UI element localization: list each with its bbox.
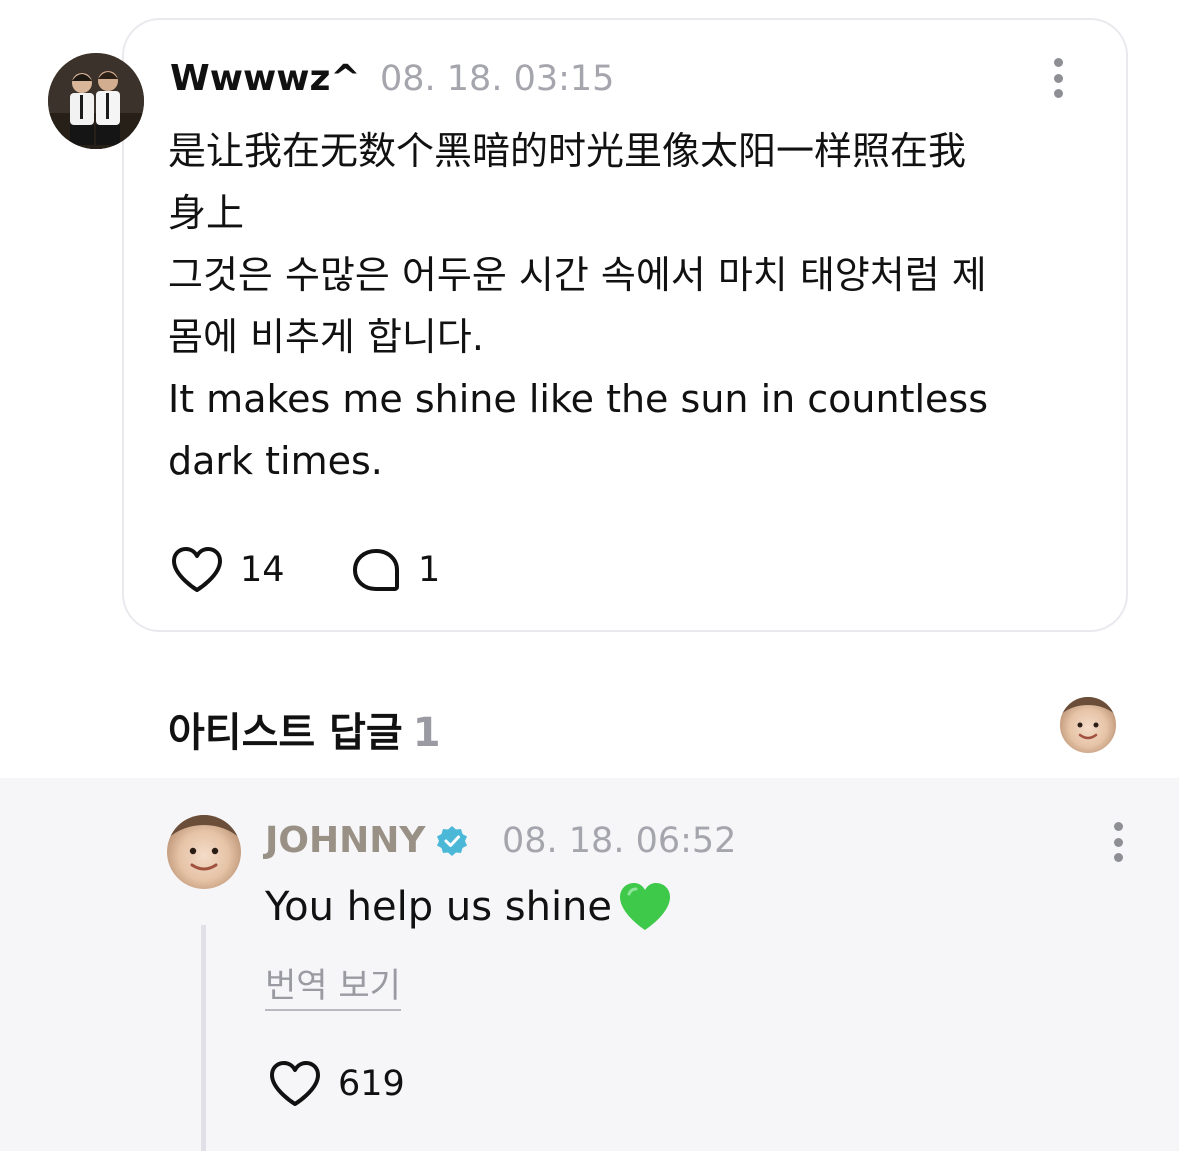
reply-like-button[interactable]: 619 <box>268 1060 405 1108</box>
artist-replies-count: 1 <box>412 710 441 756</box>
translate-link[interactable]: 번역 보기 <box>265 958 401 1011</box>
reply-text: You help us shine <box>265 880 674 934</box>
heart-outline-icon <box>172 547 222 592</box>
green-heart-icon <box>620 883 671 930</box>
comment-thread-page: Wwwwz^ 08. 18. 03:15 是让我在无数个黑暗的时光里像太阳一样照… <box>0 0 1179 1151</box>
artist-avatar[interactable] <box>167 815 241 889</box>
artist-name[interactable]: JOHNNY <box>265 820 469 861</box>
speech-bubble-icon <box>353 549 399 591</box>
user-avatar[interactable] <box>48 53 144 149</box>
artist-avatar-small[interactable] <box>1058 695 1118 755</box>
artist-replies-title: 아티스트 답글 <box>168 710 403 756</box>
comment-like-button[interactable]: 14 <box>170 546 285 594</box>
comment-line: 그것은 수많은 어두운 시간 속에서 마치 태양처럼 제 <box>168 253 987 297</box>
comment-timestamp: 08. 18. 03:15 <box>380 59 615 99</box>
comment-text: 是让我在无数个黑暗的时光里像太阳一样照在我 身上 그것은 수많은 어두운 시간 … <box>168 120 1088 492</box>
reply-more-options-icon[interactable] <box>1112 822 1124 862</box>
comment-line: dark times. <box>168 439 383 483</box>
reply-timestamp: 08. 18. 06:52 <box>502 821 737 861</box>
reply-like-count: 619 <box>338 1064 405 1104</box>
comment-reply-button[interactable]: 1 <box>350 546 440 594</box>
comment-reply-count: 1 <box>418 550 441 590</box>
artist-name-label: JOHNNY <box>265 820 426 861</box>
comment-line: 身上 <box>168 191 245 235</box>
heart-outline-icon <box>270 1061 320 1106</box>
artist-replies-header: 아티스트 답글 1 <box>168 700 441 758</box>
reply-message: You help us shine <box>265 884 613 930</box>
comment-username[interactable]: Wwwwz^ <box>170 58 361 99</box>
comment-line: It makes me shine like the sun in countl… <box>168 377 989 421</box>
more-options-icon[interactable] <box>1052 58 1064 98</box>
comment-like-count: 14 <box>240 550 285 590</box>
verified-badge-icon <box>437 825 468 856</box>
comment-line: 몸에 비추게 합니다. <box>168 315 484 359</box>
thread-line <box>201 925 206 1151</box>
comment-line: 是让我在无数个黑暗的时光里像太阳一样照在我 <box>168 129 967 173</box>
